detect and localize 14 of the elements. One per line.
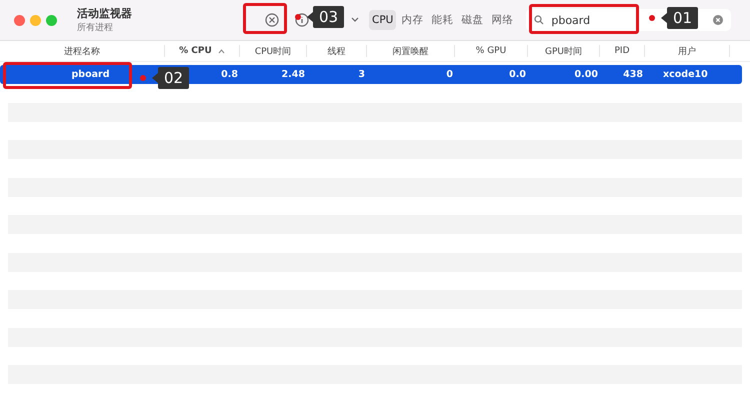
table-cell-text: pboard [70,69,111,80]
table-cell-text: 0.8 [220,69,239,80]
table-cell-text: 0.00 [574,69,599,80]
table-cell-text: 3 [357,69,366,80]
callout-label: 02 [158,67,190,89]
table-cell-text: xcode10 [662,69,709,80]
table-cell-text: 2.48 [280,69,306,80]
window-subtitle: 所有进程 [77,22,114,34]
table-cell-text: 0.0 [508,69,527,80]
table-cell-text: 0 [445,69,454,80]
callout-label: 01 [667,7,698,29]
table-cell-text: 438 [622,69,644,80]
window-title: 活动监视器 [77,6,133,21]
callout-label: 03 [313,6,344,28]
